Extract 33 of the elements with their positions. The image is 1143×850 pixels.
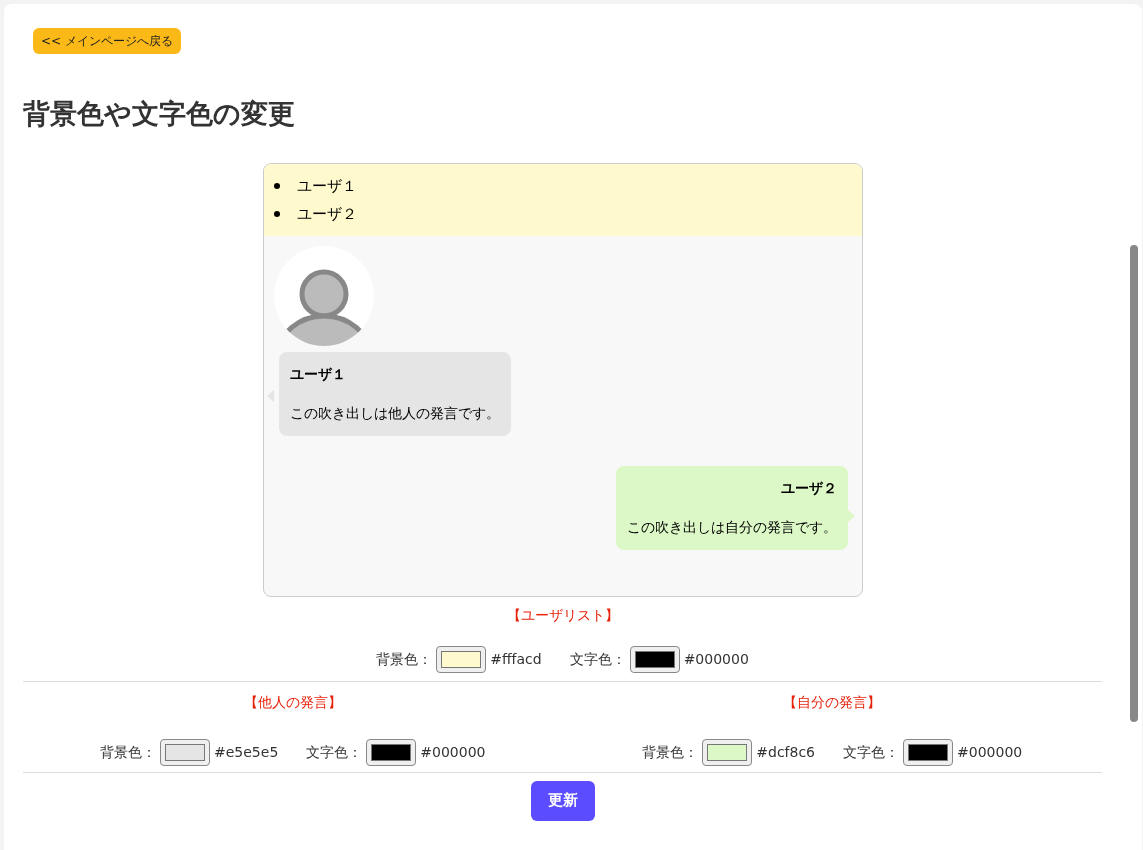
- color-label: 背景色：: [376, 649, 433, 669]
- color-value: #dcf8c6: [756, 742, 816, 762]
- color-value: #000000: [683, 649, 749, 669]
- color-picker[interactable]: [903, 738, 954, 766]
- color-value: #000000: [957, 742, 1023, 762]
- sender-name: ユーザ１: [289, 364, 347, 384]
- color-picker[interactable]: [436, 645, 487, 673]
- color-label: 背景色：: [642, 742, 699, 762]
- color-picker[interactable]: [160, 738, 210, 766]
- color-label: 文字色：: [306, 742, 363, 762]
- section-title: 【自分の発言】: [783, 692, 882, 712]
- color-picker[interactable]: [629, 645, 680, 673]
- sender-name: ユーザ２: [779, 478, 837, 498]
- section-title: 【ユーザリスト】: [506, 605, 619, 625]
- color-label: 文字色：: [569, 649, 626, 669]
- message-text: この吹き出しは他人の発言です。: [289, 403, 500, 423]
- bullet-icon: [273, 210, 280, 217]
- user-list-item: ユーザ２: [296, 203, 357, 225]
- color-label: 文字色：: [843, 742, 900, 762]
- bullet-icon: [273, 182, 280, 189]
- color-picker[interactable]: [366, 738, 417, 766]
- color-value: #000000: [420, 742, 486, 762]
- back-button[interactable]: << メインページへ戻る: [33, 28, 181, 54]
- message-text: この吹き出しは自分の発言です。: [626, 517, 837, 537]
- update-button[interactable]: 更新: [530, 780, 595, 821]
- page-heading: 背景色や文字色の変更: [23, 97, 296, 131]
- color-value: #e5e5e5: [214, 742, 279, 762]
- user-list-item: ユーザ１: [296, 175, 357, 197]
- section-title: 【他人の発言】: [243, 692, 342, 712]
- color-value: #fffacd: [490, 649, 542, 669]
- color-label: 背景色：: [100, 742, 156, 762]
- scrollbar[interactable]: [1130, 245, 1138, 722]
- color-picker[interactable]: [702, 738, 753, 766]
